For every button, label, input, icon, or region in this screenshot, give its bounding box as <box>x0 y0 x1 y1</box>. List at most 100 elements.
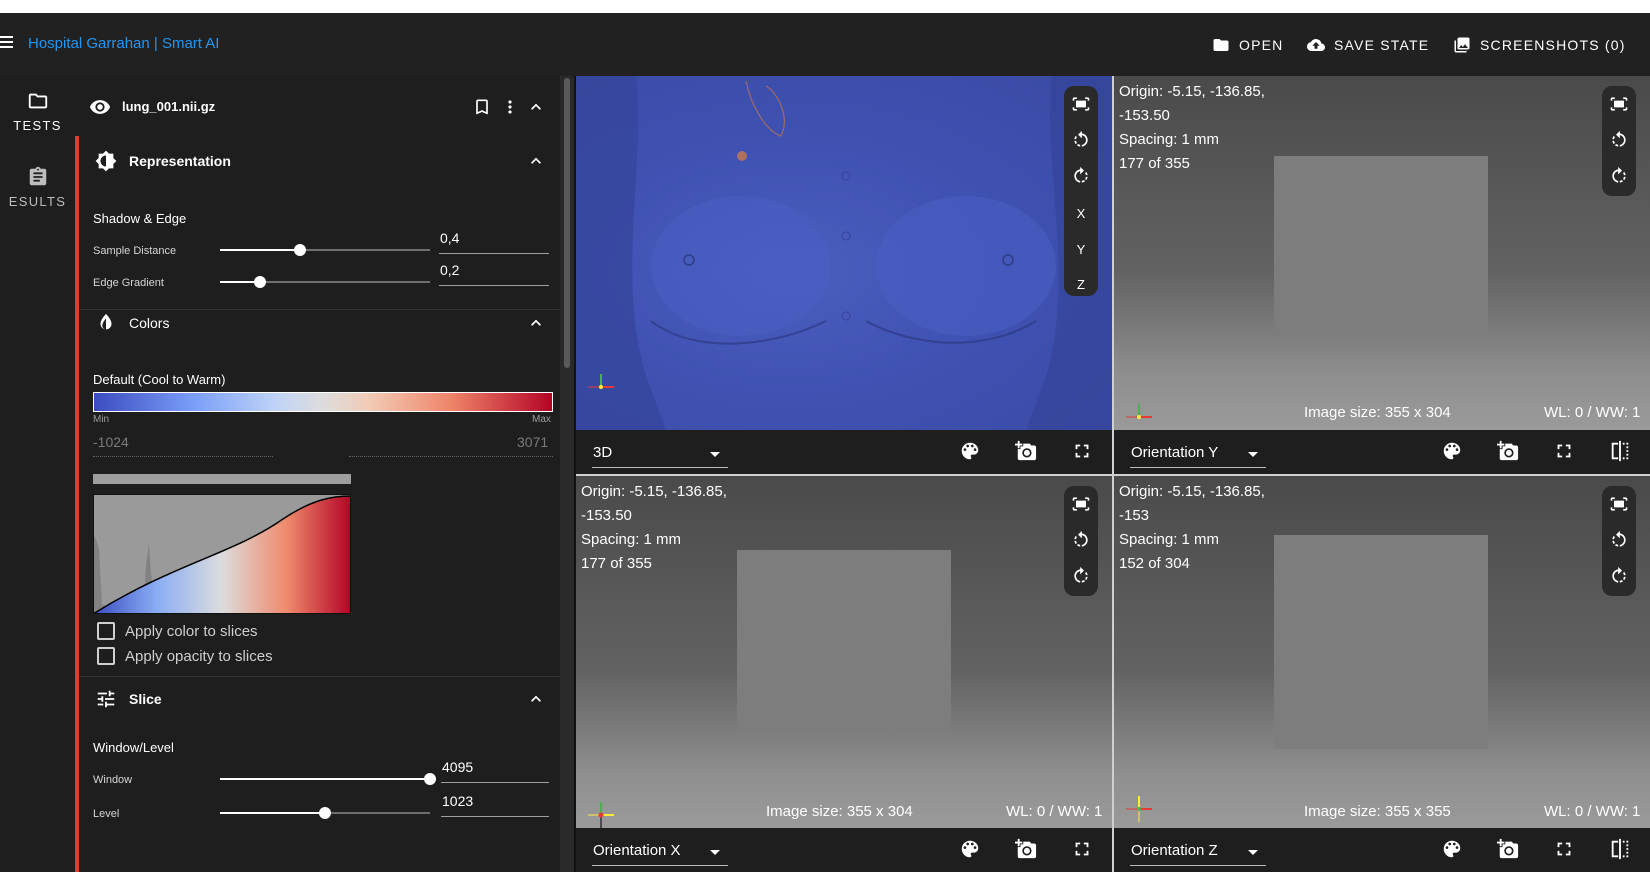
opacity-range-bar[interactable] <box>93 474 351 484</box>
view-x-toolbar <box>1064 486 1098 596</box>
split-view-icon[interactable] <box>1609 838 1631 860</box>
apply-opacity-checkbox-row[interactable]: Apply opacity to slices <box>97 646 273 666</box>
range-min-input[interactable]: -1024 <box>93 434 129 450</box>
slider-thumb[interactable] <box>424 773 436 785</box>
folder-outline-icon <box>28 93 47 109</box>
slider-thumb[interactable] <box>293 244 306 256</box>
view-axis-z-button[interactable]: Z <box>1064 277 1098 292</box>
panel-scrollbar[interactable] <box>560 76 574 872</box>
save-state-label: SAVE STATE <box>1334 37 1430 53</box>
level-input[interactable]: 1023 <box>441 790 549 817</box>
representation-header[interactable]: Representation <box>79 136 560 186</box>
rotate-right-icon[interactable] <box>1071 166 1091 186</box>
open-button[interactable]: OPEN <box>1212 34 1283 56</box>
chevron-up-icon[interactable] <box>526 313 546 333</box>
chevron-up-icon[interactable] <box>526 97 546 117</box>
opacity-transfer-function-editor[interactable] <box>93 494 351 614</box>
edge-gradient-input[interactable]: 0,2 <box>439 259 549 286</box>
edge-gradient-slider[interactable] <box>220 275 430 289</box>
image-size-label: Image size: 355 x 304 <box>1304 404 1451 421</box>
fit-to-screen-icon[interactable] <box>1071 494 1091 514</box>
rotate-right-icon[interactable] <box>1609 566 1629 586</box>
shadow-edge-label: Shadow & Edge <box>93 211 187 226</box>
viewport-orientation-z[interactable]: Origin: -5.15, -136.85, -153 Spacing: 1 m… <box>1114 476 1650 828</box>
slice-volume-region <box>737 550 951 730</box>
apply-opacity-checkbox[interactable] <box>97 647 115 665</box>
slice-volume-region <box>1274 156 1488 336</box>
rotate-right-icon[interactable] <box>1071 566 1091 586</box>
colormap-name[interactable]: Default (Cool to Warm) <box>93 372 225 387</box>
view-type-select-y[interactable]: Orientation Y <box>1130 441 1266 468</box>
fullscreen-icon[interactable] <box>1071 838 1093 860</box>
level-slider[interactable] <box>220 806 430 820</box>
camera-add-icon[interactable] <box>1015 440 1037 462</box>
view-type-select-x[interactable]: Orientation X <box>592 839 728 866</box>
palette-icon[interactable] <box>1441 838 1463 860</box>
rotate-right-icon[interactable] <box>1609 166 1629 186</box>
view-type-select-3d[interactable]: 3D <box>592 441 728 468</box>
viewport-orientation-y[interactable]: Origin: -5.15, -136.85, -153.50 Spacing: … <box>1114 76 1650 430</box>
bookmark-icon[interactable] <box>472 97 492 117</box>
rotate-left-icon[interactable] <box>1609 130 1629 150</box>
view-axis-x-button[interactable]: X <box>1064 206 1098 221</box>
palette-icon[interactable] <box>1441 440 1463 462</box>
scrollbar-thumb[interactable] <box>564 78 570 368</box>
chevron-up-icon[interactable] <box>526 151 546 171</box>
palette-icon[interactable] <box>959 838 981 860</box>
apply-color-checkbox[interactable] <box>97 622 115 640</box>
camera-add-icon[interactable] <box>1497 440 1519 462</box>
camera-add-icon[interactable] <box>1015 838 1037 860</box>
range-max-input[interactable]: 3071 <box>517 434 548 450</box>
chest-volume-render <box>576 76 1112 430</box>
sample-distance-input[interactable]: 0,4 <box>439 227 549 254</box>
view-x-bottom-bar: Orientation X <box>576 828 1112 872</box>
rotate-left-icon[interactable] <box>1071 130 1091 150</box>
range-max-underline <box>349 456 553 457</box>
slider-thumb[interactable] <box>253 276 266 288</box>
apply-color-checkbox-row[interactable]: Apply color to slices <box>97 621 258 641</box>
split-view-icon[interactable] <box>1609 440 1631 462</box>
view-type-select-z[interactable]: Orientation Z <box>1130 839 1266 866</box>
image-size-label: Image size: 355 x 304 <box>766 803 913 820</box>
window-slider[interactable] <box>220 772 436 786</box>
fullscreen-icon[interactable] <box>1553 440 1575 462</box>
slider-thumb[interactable] <box>319 807 331 819</box>
dropdown-arrow-icon <box>710 850 720 855</box>
open-button-label: OPEN <box>1239 37 1284 53</box>
screenshots-label: SCREENSHOTS (0) <box>1480 37 1626 53</box>
fit-to-screen-icon[interactable] <box>1071 94 1091 114</box>
rotate-left-icon[interactable] <box>1609 530 1629 550</box>
chevron-up-icon[interactable] <box>526 689 546 709</box>
colors-header[interactable]: Colors <box>79 298 560 348</box>
palette-icon[interactable] <box>959 440 981 462</box>
viewport-orientation-x[interactable]: Origin: -5.15, -136.85, -153.50 Spacing: … <box>576 476 1112 828</box>
navigation-rail: TESTS ESULTS <box>0 76 75 872</box>
more-vert-icon[interactable] <box>500 97 520 117</box>
rail-item-results[interactable]: ESULTS <box>0 166 75 209</box>
slice-header[interactable]: Slice <box>79 674 560 724</box>
fit-to-screen-icon[interactable] <box>1609 494 1629 514</box>
view-z-toolbar <box>1602 486 1636 596</box>
camera-add-icon[interactable] <box>1497 838 1519 860</box>
view-3d-bottom-bar: 3D <box>576 430 1112 474</box>
view-axis-y-button[interactable]: Y <box>1064 242 1098 257</box>
eye-visibility-icon[interactable] <box>89 96 111 118</box>
slice-title: Slice <box>129 691 162 707</box>
colormap-bar[interactable] <box>93 392 553 412</box>
screenshots-button[interactable]: SCREENSHOTS (0) <box>1453 34 1626 56</box>
hamburger-menu-icon[interactable] <box>0 36 14 52</box>
rail-item-tests[interactable]: TESTS <box>0 90 75 133</box>
fit-to-screen-icon[interactable] <box>1609 94 1629 114</box>
fullscreen-icon[interactable] <box>1071 440 1093 462</box>
app-brand-title[interactable]: Hospital Garrahan | Smart AI <box>28 35 219 52</box>
brightness-icon <box>95 150 117 172</box>
rotate-left-icon[interactable] <box>1071 530 1091 550</box>
fullscreen-icon[interactable] <box>1553 838 1575 860</box>
folder-icon <box>1213 39 1229 51</box>
dropdown-arrow-icon <box>1248 452 1258 457</box>
sample-distance-slider[interactable] <box>220 243 430 257</box>
viewport-3d[interactable]: X Y Z <box>576 76 1112 430</box>
window-input[interactable]: 4095 <box>441 756 549 783</box>
save-state-button[interactable]: SAVE STATE <box>1307 34 1429 56</box>
photo-library-icon <box>1454 37 1470 53</box>
